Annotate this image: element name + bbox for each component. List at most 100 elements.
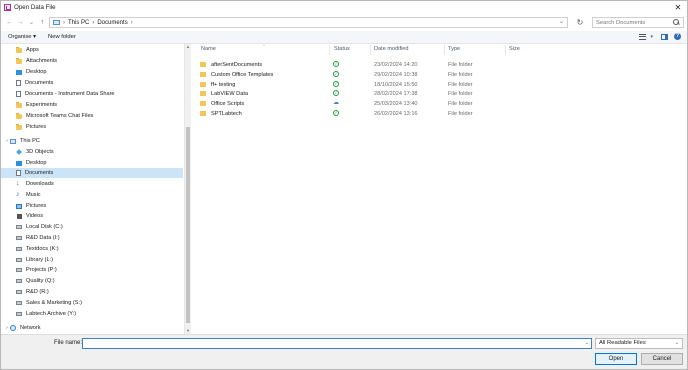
file-row[interactable]: Office Scripts ☁ 25/03/2024 13:40 File f… bbox=[200, 99, 520, 109]
document-icon bbox=[16, 170, 21, 176]
view-options-dropdown[interactable]: ▾ bbox=[650, 34, 653, 40]
address-bar[interactable]: › This PC › Documents › ⌄ bbox=[49, 17, 568, 28]
network-icon bbox=[10, 325, 16, 331]
folder-icon bbox=[16, 123, 22, 130]
sidebar-item-label: Music bbox=[26, 192, 41, 198]
sidebar-item-rd-data-i[interactable]: R&D Data (I:) bbox=[1, 233, 183, 243]
sidebar-item-rd-r[interactable]: R&D (R:) bbox=[1, 287, 183, 297]
help-icon[interactable]: ? bbox=[674, 33, 681, 40]
scrollbar-thumb[interactable] bbox=[186, 127, 190, 323]
search-icon bbox=[673, 19, 680, 26]
synced-status-icon: ✓ bbox=[333, 90, 339, 96]
cancel-button[interactable]: Cancel bbox=[641, 353, 683, 365]
column-header-name[interactable]: Name bbox=[201, 46, 216, 52]
sidebar-item-local-disk-c[interactable]: Local Disk (C:) bbox=[1, 222, 183, 232]
sidebar-item-desktop[interactable]: Desktop bbox=[1, 158, 183, 168]
sidebar-item-label: Network bbox=[20, 325, 41, 331]
sidebar-item-downloads[interactable]: ↓ Downloads bbox=[1, 179, 183, 189]
file-date-modified: 25/03/2024 13:40 bbox=[374, 101, 418, 107]
open-button[interactable]: Open bbox=[595, 353, 637, 365]
recent-locations-button[interactable]: ⌄ bbox=[26, 17, 37, 28]
drive-icon bbox=[16, 225, 22, 229]
back-button[interactable]: ← bbox=[4, 17, 15, 28]
sidebar-item-attachments[interactable]: Attachments bbox=[1, 56, 183, 66]
search-input[interactable]: Search Documents bbox=[592, 17, 684, 28]
file-row[interactable]: afterSentDocuments ✓ 23/02/2024 14:20 Fi… bbox=[200, 60, 520, 70]
file-name-input[interactable]: ⌄ bbox=[82, 338, 592, 349]
synced-status-icon: ✓ bbox=[333, 81, 339, 87]
scroll-up-icon[interactable]: ▲ bbox=[185, 44, 191, 49]
address-dropdown-icon[interactable]: ⌄ bbox=[559, 18, 564, 27]
breadcrumb-this-pc[interactable]: This PC bbox=[68, 20, 89, 26]
view-options-icon[interactable] bbox=[639, 33, 647, 40]
sidebar-item-library-l[interactable]: Library (L:) bbox=[1, 255, 183, 265]
sidebar-item-projects-p[interactable]: Projects (P:) bbox=[1, 265, 183, 275]
column-header-size[interactable]: Size bbox=[509, 46, 520, 52]
navigation-scrollbar[interactable]: ▲ ▼ bbox=[184, 44, 191, 334]
organise-button[interactable]: Organise ▾ bbox=[8, 34, 36, 40]
sidebar-item-network[interactable]: › Network bbox=[1, 323, 183, 333]
download-icon: ↓ bbox=[16, 179, 20, 187]
sidebar-item-instrument-data-share[interactable]: Documents - Instrument Data Share bbox=[1, 89, 183, 99]
close-button[interactable]: ✕ bbox=[673, 3, 683, 12]
desktop-icon bbox=[16, 160, 22, 166]
chevron-down-icon[interactable]: ⌄ bbox=[585, 339, 589, 348]
column-header-type[interactable]: Type bbox=[448, 46, 460, 52]
sidebar-item-label: Attachments bbox=[26, 58, 58, 64]
sidebar-item-pictures[interactable]: Pictures bbox=[1, 201, 183, 211]
network-drive-icon bbox=[16, 258, 22, 262]
chevron-right-icon[interactable]: › bbox=[131, 20, 133, 26]
sidebar-item-documents-quick[interactable]: Documents bbox=[1, 78, 183, 88]
sidebar-item-labtech-archive-y[interactable]: Labtech Archive (Y:) bbox=[1, 309, 183, 319]
forward-button[interactable]: → bbox=[15, 17, 26, 28]
sidebar-item-sales-marketing-s[interactable]: Sales & Marketing (S:) bbox=[1, 298, 183, 308]
file-row[interactable]: SPTLabtech ✓ 26/02/2024 13:16 File folde… bbox=[200, 109, 520, 119]
sidebar-item-quality-q[interactable]: Quality (Q:) bbox=[1, 276, 183, 286]
sidebar-item-documents[interactable]: Documents bbox=[1, 168, 183, 178]
column-divider[interactable] bbox=[444, 45, 445, 55]
sidebar-item-experiments[interactable]: Experiments bbox=[1, 100, 183, 110]
network-drive-icon bbox=[16, 268, 22, 272]
sidebar-item-desktop-quick[interactable]: Desktop bbox=[1, 67, 183, 77]
sidebar-item-apps[interactable]: Apps bbox=[1, 45, 183, 55]
sidebar-item-music[interactable]: ♪ Music bbox=[1, 190, 183, 200]
network-drive-icon bbox=[16, 290, 22, 294]
file-date-modified: 18/10/2024 15:50 bbox=[374, 82, 418, 88]
up-button[interactable]: ↑ bbox=[37, 17, 48, 28]
file-row[interactable]: Custom Office Templates ✓ 29/02/2024 10:… bbox=[200, 70, 520, 80]
address-row: ← → ⌄ ↑ › This PC › Documents › ⌄ ↻ Sear… bbox=[1, 15, 687, 30]
this-pc-icon bbox=[10, 138, 16, 144]
breadcrumb-documents[interactable]: Documents bbox=[97, 20, 127, 26]
column-header-status[interactable]: Status bbox=[334, 46, 350, 52]
file-type: File folder bbox=[448, 101, 473, 107]
column-divider[interactable] bbox=[329, 45, 330, 55]
sidebar-item-label: Local Disk (C:) bbox=[26, 224, 63, 230]
preview-pane-icon[interactable] bbox=[661, 33, 668, 40]
new-folder-button[interactable]: New folder bbox=[48, 34, 76, 40]
sort-ascending-icon: ^ bbox=[263, 43, 265, 48]
folder-icon bbox=[200, 82, 206, 87]
scroll-down-icon[interactable]: ▼ bbox=[185, 328, 191, 333]
file-row[interactable]: LabVIEW Data ✓ 28/02/2024 17:38 File fol… bbox=[200, 89, 520, 99]
file-name: Custom Office Templates bbox=[211, 72, 274, 78]
file-type-filter[interactable]: All Readable Files ⌄ bbox=[595, 338, 683, 349]
sidebar-item-teams-chat-files[interactable]: Microsoft Teams Chat Files bbox=[1, 111, 183, 121]
file-date-modified: 29/02/2024 10:38 bbox=[374, 72, 418, 78]
sidebar-item-pictures-quick[interactable]: Pictures bbox=[1, 122, 183, 132]
sidebar-item-label: Desktop bbox=[26, 69, 47, 75]
command-toolbar: Organise ▾ New folder ▾ ? bbox=[1, 31, 687, 44]
column-header-date-modified[interactable]: Date modified bbox=[374, 46, 409, 52]
refresh-button[interactable]: ↻ bbox=[574, 17, 586, 28]
column-divider[interactable] bbox=[505, 45, 506, 55]
folder-icon bbox=[200, 111, 206, 116]
sidebar-item-this-pc[interactable]: › This PC bbox=[1, 136, 183, 146]
network-drive-icon bbox=[16, 236, 22, 240]
column-divider[interactable] bbox=[370, 45, 371, 55]
sidebar-item-label: Pictures bbox=[26, 203, 47, 209]
sidebar-item-videos[interactable]: Videos bbox=[1, 211, 183, 221]
this-pc-icon bbox=[53, 20, 60, 25]
file-date-modified: 23/02/2024 14:20 bbox=[374, 62, 418, 68]
synced-status-icon: ✓ bbox=[333, 61, 339, 67]
sidebar-item-textdocs-k[interactable]: Textdocs (K:) bbox=[1, 244, 183, 254]
sidebar-item-3d-objects[interactable]: 3D Objects bbox=[1, 147, 183, 157]
